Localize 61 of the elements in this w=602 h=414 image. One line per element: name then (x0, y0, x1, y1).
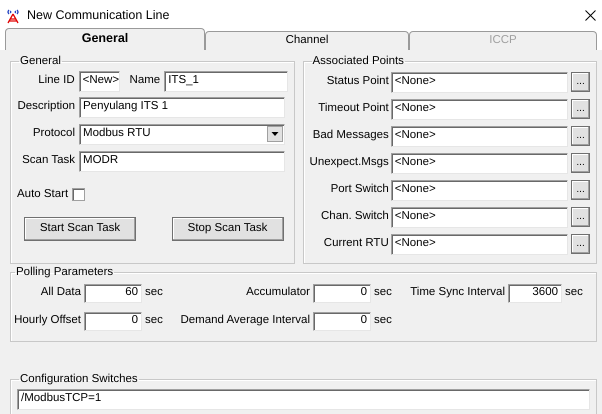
dropdown-value: Modbus RTU (83, 127, 151, 141)
input-field[interactable]: <None> (390, 206, 568, 228)
browse-button[interactable]: ... (571, 180, 590, 200)
field-label: Accumulator (245, 286, 310, 300)
antenna-tower-icon (5, 8, 21, 24)
input-field[interactable]: 60 (84, 284, 142, 302)
field-label: Time Sync Interval (409, 286, 505, 300)
input-field[interactable]: MODR (79, 150, 285, 172)
tab[interactable]: General (5, 28, 205, 50)
field-label: Status Point (326, 75, 389, 89)
group-title: General (19, 56, 62, 68)
unit-label: sec (565, 286, 584, 300)
unit-label: sec (145, 286, 164, 300)
checkbox[interactable] (72, 188, 86, 201)
field-label: Hourly Offset (13, 314, 81, 328)
tab[interactable]: Channel (205, 31, 409, 50)
close-icon[interactable] (585, 10, 596, 21)
browse-button[interactable]: ... (571, 153, 590, 173)
dropdown[interactable]: Modbus RTU (79, 124, 285, 144)
field-label: Chan. Switch (320, 210, 389, 224)
browse-button[interactable]: ... (571, 207, 590, 227)
unit-label: sec (374, 314, 393, 328)
input-field[interactable]: 0 (313, 284, 371, 302)
window-title: New Communication Line (27, 8, 170, 23)
input-field[interactable]: Penyulang ITS 1 (79, 96, 285, 118)
field-label: Protocol (32, 127, 75, 141)
field-label: Timeout Point (317, 102, 389, 116)
input-field[interactable]: <None> (390, 180, 568, 200)
browse-button[interactable]: ... (571, 126, 590, 146)
field-label: Scan Task (21, 154, 75, 168)
scan-task-button[interactable]: Stop Scan Task (172, 217, 284, 242)
field-label: Unexpect.Msgs (310, 156, 389, 170)
field-label: Demand Average Interval (179, 314, 310, 328)
input-field[interactable]: /ModbusTCP=1 (17, 389, 590, 410)
input-field[interactable]: <None> (390, 234, 568, 254)
field-label: Line ID (37, 74, 75, 88)
input-field[interactable]: <None> (390, 152, 568, 174)
browse-button[interactable]: ... (571, 72, 590, 92)
unit-label: sec (145, 314, 164, 328)
scan-task-button[interactable]: Start Scan Task (24, 217, 136, 242)
group-title: Polling Parameters (15, 267, 114, 278)
input-field[interactable]: 0 (313, 312, 371, 330)
field-label: Bad Messages (312, 129, 389, 143)
input-field[interactable]: <None> (390, 98, 568, 120)
browse-button[interactable]: ... (571, 234, 590, 254)
group-title: Associated Points (312, 56, 405, 68)
unit-label: sec (374, 286, 393, 300)
browse-button[interactable]: ... (571, 99, 590, 119)
input-field[interactable]: 3600 (508, 284, 562, 302)
input-field[interactable]: ITS_1 (164, 70, 288, 92)
input-field[interactable]: 0 (84, 312, 142, 330)
field-label: Description (17, 100, 75, 114)
group-title: Configuration Switches (19, 374, 139, 385)
input-field[interactable]: <None> (390, 72, 568, 92)
field-label: Name (128, 74, 160, 88)
field-label: Current RTU (322, 237, 389, 251)
field-label: Auto Start (17, 188, 68, 202)
field-label: Port Switch (330, 183, 389, 197)
input-field[interactable]: <None> (390, 126, 568, 146)
input-field[interactable]: <New> (78, 70, 120, 92)
field-label: All Data (40, 286, 81, 300)
